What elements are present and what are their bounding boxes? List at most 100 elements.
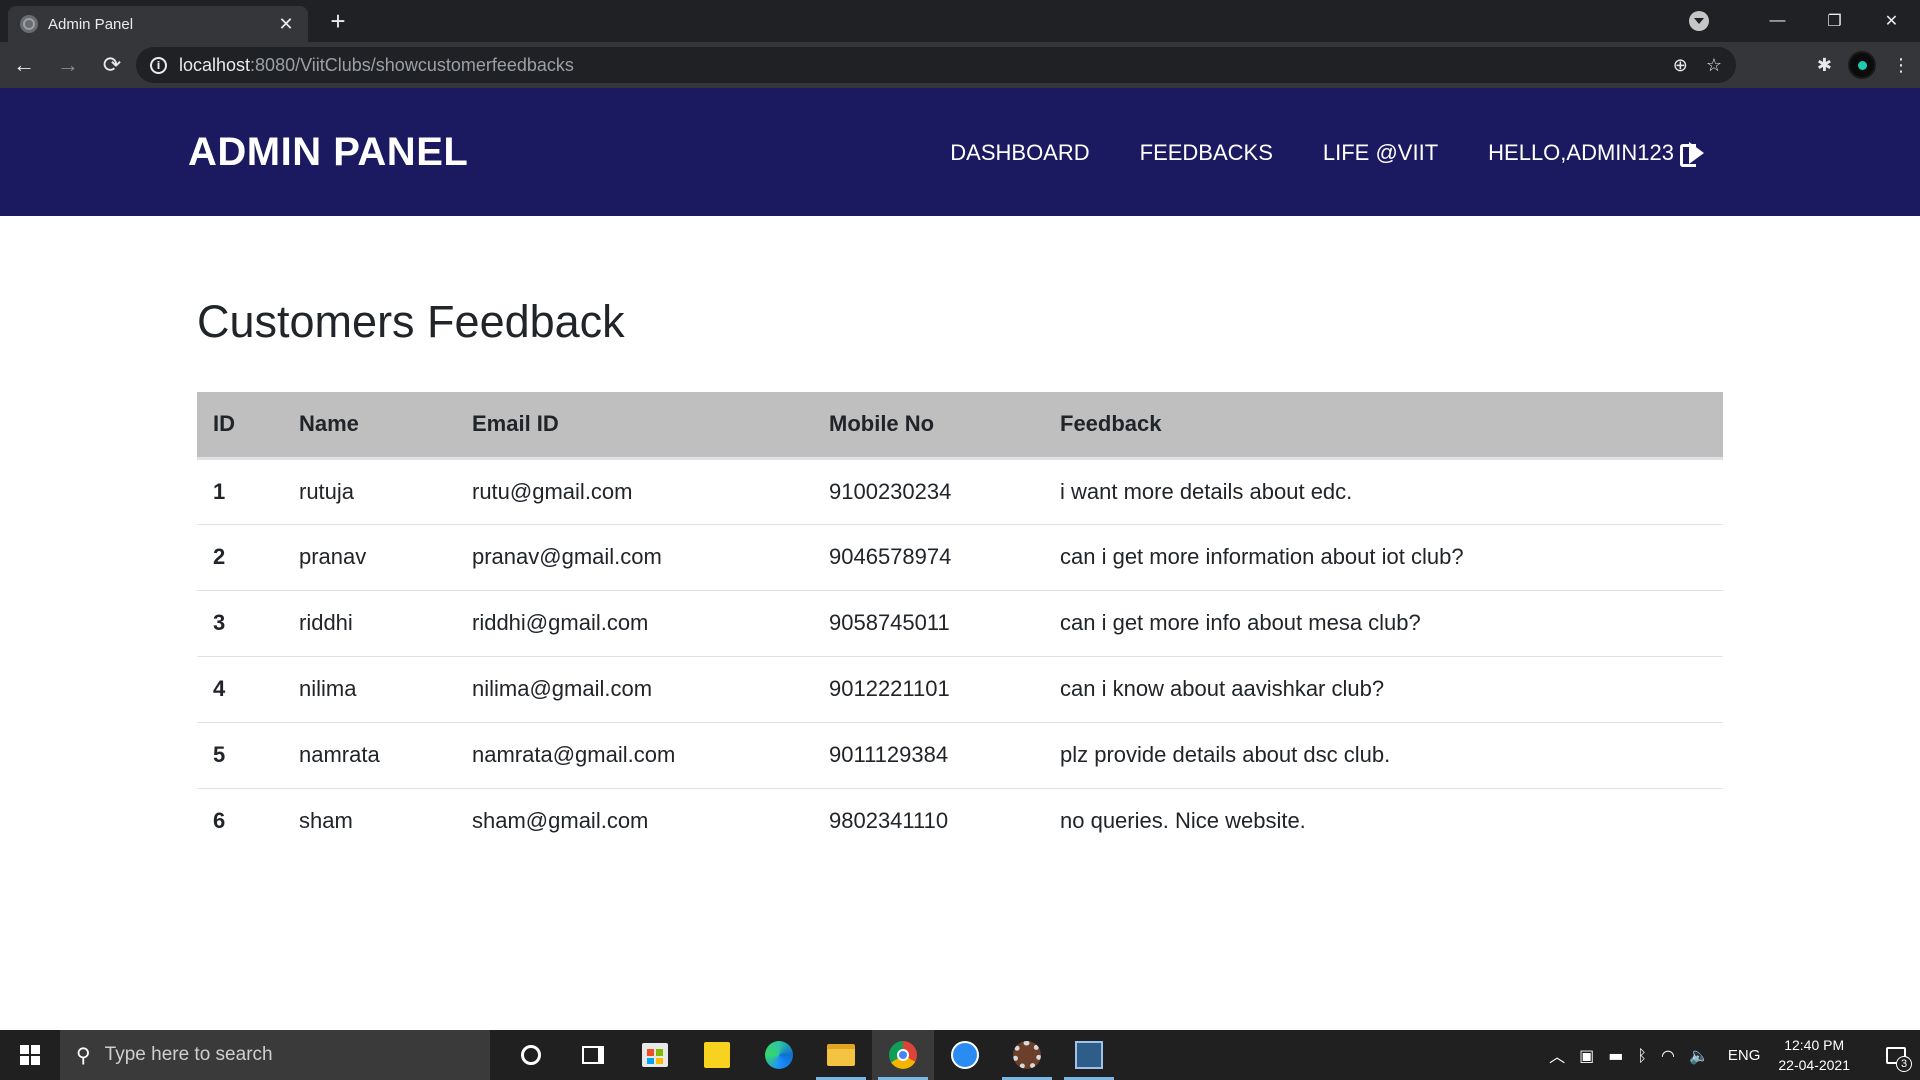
user-greeting: HELLO,ADMIN123	[1488, 140, 1674, 165]
url-host: localhost	[179, 54, 251, 75]
new-tab-button[interactable]: +	[324, 8, 352, 36]
logout-icon	[1680, 142, 1706, 167]
cell-id: 5	[197, 722, 283, 789]
cell-mobile: 9058745011	[813, 590, 1044, 657]
chrome-browser-icon[interactable]	[872, 1030, 934, 1080]
main-nav: DASHBOARD FEEDBACKS LIFE @VIIT HELLO,ADM…	[950, 140, 1706, 167]
tab-search-icon[interactable]	[1689, 11, 1709, 31]
cell-name: pranav	[283, 524, 456, 591]
cell-email: nilima@gmail.com	[456, 656, 813, 723]
cell-name: sham	[299, 808, 353, 834]
forward-arrow-icon[interactable]: →	[48, 45, 88, 85]
browser-tabstrip: Admin Panel ✕ + — ❐ ✕	[0, 0, 1920, 42]
file-explorer-icon[interactable]	[810, 1030, 872, 1080]
table-header-row: ID Name Email ID Mobile No Feedback	[197, 392, 1723, 460]
table-row: 4 nilima nilima@gmail.com 9012221101 can…	[197, 656, 1723, 723]
close-window-button[interactable]: ✕	[1863, 0, 1920, 42]
bluetooth-icon[interactable]: ᛒ	[1637, 1046, 1647, 1065]
bookmark-star-icon[interactable]: ☆	[1706, 55, 1722, 76]
start-button[interactable]	[0, 1030, 60, 1080]
extensions-puzzle-icon[interactable]: ✱	[1817, 55, 1832, 76]
browser-tab[interactable]: Admin Panel ✕	[8, 6, 308, 42]
table-row: 6 sham sham@gmail.com 9802341110 no quer…	[197, 788, 1723, 854]
system-tray: ︿ ▣ ▬ ᛒ ◠ 🔈 ENG 12:40 PM 22-04-2021 3	[1542, 1030, 1920, 1080]
cell-email: rutu@gmail.com	[456, 458, 813, 525]
cell-name: riddhi	[283, 590, 456, 657]
feedback-table: ID Name Email ID Mobile No Feedback 1 ru…	[197, 392, 1723, 854]
back-arrow-icon[interactable]: ←	[4, 45, 44, 85]
feedback-table-container: ID Name Email ID Mobile No Feedback 1 ru…	[197, 392, 1723, 854]
gear-app-icon[interactable]	[996, 1030, 1058, 1080]
cell-mobile: 9046578974	[813, 524, 1044, 591]
nav-life-viit[interactable]: LIFE @VIIT	[1323, 140, 1438, 166]
site-info-icon[interactable]: i	[150, 56, 167, 74]
tab-close-icon[interactable]: ✕	[276, 14, 296, 35]
wifi-icon[interactable]: ◠	[1661, 1046, 1675, 1065]
cell-name: rutuja	[283, 458, 456, 525]
address-bar[interactable]: i localhost:8080/ViitClubs/showcustomerf…	[136, 47, 1736, 83]
task-view-icon[interactable]	[562, 1030, 624, 1080]
cell-name: nilima	[283, 656, 456, 723]
col-header-mobile: Mobile No	[813, 392, 1044, 460]
compass-app-icon[interactable]	[934, 1030, 996, 1080]
cell-email: namrata@gmail.com	[456, 722, 813, 789]
cell-email: riddhi@gmail.com	[456, 590, 813, 657]
nav-dashboard[interactable]: DASHBOARD	[950, 140, 1089, 166]
window-controls: — ❐ ✕	[1689, 0, 1920, 42]
cell-feedback: can i get more info about mesa club?	[1044, 590, 1723, 657]
brand-title[interactable]: ADMIN PANEL	[188, 130, 468, 175]
sticky-notes-icon[interactable]	[686, 1030, 748, 1080]
windows-logo-icon	[20, 1045, 40, 1065]
database-app-icon[interactable]	[1058, 1030, 1120, 1080]
cell-mobile: 9802341110	[829, 808, 949, 834]
nav-user-logout[interactable]: HELLO,ADMIN123	[1488, 140, 1706, 167]
cell-id: 6	[213, 808, 226, 834]
notification-center-icon[interactable]: 3	[1872, 1030, 1920, 1080]
reload-icon[interactable]: ⟳	[92, 45, 132, 85]
cell-feedback: i want more details about edc.	[1044, 458, 1723, 525]
cell-mobile: 9012221101	[813, 656, 1044, 723]
cell-feedback: no queries. Nice website.	[1060, 808, 1306, 834]
table-row: 1 rutuja rutu@gmail.com 9100230234 i wan…	[197, 458, 1723, 525]
url-path: :8080/ViitClubs/showcustomerfeedbacks	[250, 54, 574, 75]
cell-name: namrata	[283, 722, 456, 789]
search-placeholder: Type here to search	[104, 1044, 273, 1065]
table-row: 3 riddhi riddhi@gmail.com 9058745011 can…	[197, 590, 1723, 657]
cell-id: 1	[197, 458, 283, 525]
clock-date: 22-04-2021	[1778, 1057, 1850, 1073]
language-indicator[interactable]: ENG	[1728, 1047, 1761, 1064]
cortana-icon[interactable]	[500, 1030, 562, 1080]
battery-icon[interactable]: ▬	[1608, 1046, 1623, 1065]
cell-id: 3	[197, 590, 283, 657]
nav-feedbacks[interactable]: FEEDBACKS	[1140, 140, 1273, 166]
edge-browser-icon[interactable]	[748, 1030, 810, 1080]
admin-header: ADMIN PANEL DASHBOARD FEEDBACKS LIFE @VI…	[0, 88, 1920, 216]
restore-button[interactable]: ❐	[1806, 0, 1863, 42]
cell-feedback: can i get more information about iot clu…	[1044, 524, 1723, 591]
minimize-button[interactable]: —	[1749, 0, 1806, 42]
cell-feedback: can i know about aavishkar club?	[1044, 656, 1723, 723]
col-header-email: Email ID	[456, 392, 813, 460]
system-clock[interactable]: 12:40 PM 22-04-2021	[1778, 1035, 1850, 1075]
tab-title: Admin Panel	[48, 15, 134, 33]
meet-now-icon[interactable]: ▣	[1579, 1046, 1594, 1065]
windows-taskbar: ⚲ Type here to search ︿ ▣ ▬ ᛒ ◠ 🔈 ENG 12…	[0, 1030, 1920, 1080]
browser-toolbar: ← → ⟳ i localhost:8080/ViitClubs/showcus…	[0, 42, 1920, 88]
cell-mobile: 9100230234	[813, 458, 1044, 525]
col-header-feedback: Feedback	[1044, 392, 1723, 460]
chevron-up-icon[interactable]: ︿	[1549, 1043, 1565, 1067]
menu-kebab-icon[interactable]: ⋮	[1892, 55, 1910, 76]
zoom-icon[interactable]: ⊕	[1673, 55, 1688, 76]
page-title: Customers Feedback	[197, 296, 625, 347]
store-icon[interactable]	[624, 1030, 686, 1080]
taskbar-search[interactable]: ⚲ Type here to search	[60, 1030, 490, 1080]
cell-email: sham@gmail.com	[472, 808, 649, 834]
cell-id: 4	[197, 656, 283, 723]
cell-id: 2	[197, 524, 283, 591]
volume-icon[interactable]: 🔈	[1689, 1046, 1709, 1065]
col-header-name: Name	[283, 392, 456, 460]
notification-count: 3	[1896, 1056, 1912, 1072]
col-header-id: ID	[197, 392, 283, 460]
profile-avatar[interactable]	[1848, 51, 1876, 79]
table-row: 2 pranav pranav@gmail.com 9046578974 can…	[197, 524, 1723, 591]
